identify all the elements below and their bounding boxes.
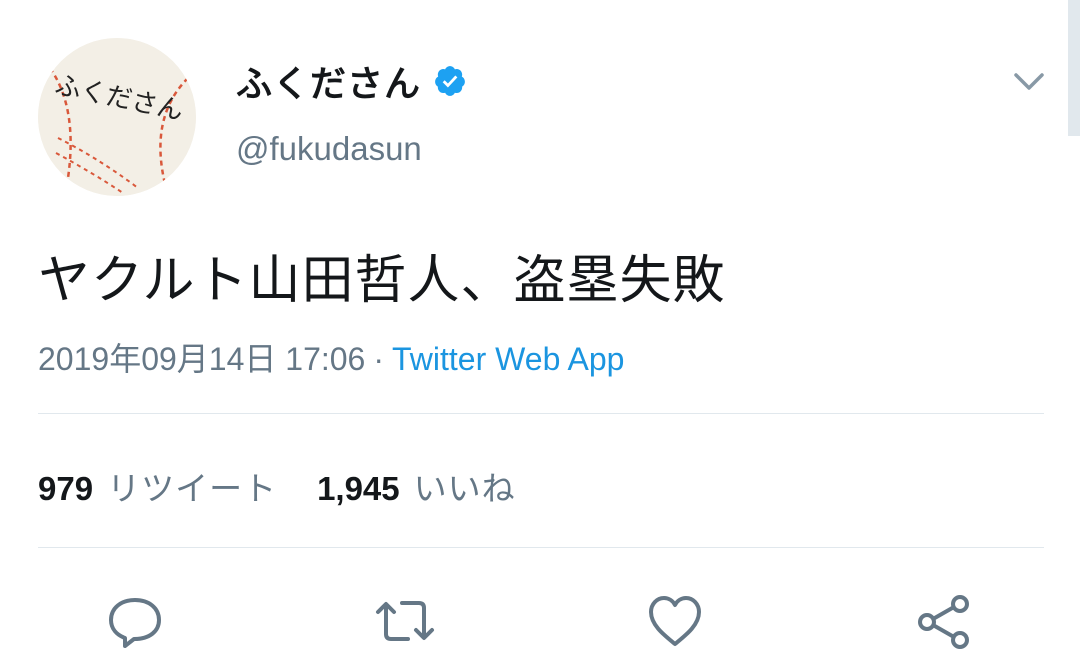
- chevron-down-icon[interactable]: [1010, 62, 1048, 100]
- display-name[interactable]: ふくださん: [236, 55, 421, 107]
- likes-count: 1,945: [317, 470, 400, 507]
- baseball-avatar-image: ふくださん: [38, 38, 196, 196]
- share-icon: [918, 595, 969, 649]
- user-handle[interactable]: @fukudasun: [236, 130, 422, 168]
- retweets-stat[interactable]: 979 リツイート: [38, 462, 277, 510]
- retweets-label: リツイート: [107, 469, 278, 508]
- reply-icon: [109, 598, 161, 648]
- display-name-row[interactable]: ふくださん: [236, 56, 467, 106]
- tweet-text: ヤクルト山田哲人、盗塁失敗: [38, 251, 726, 311]
- share-button[interactable]: [914, 592, 972, 650]
- avatar[interactable]: ふくださん: [38, 38, 196, 196]
- tweet-stats: 979 リツイート 1,945 いいね: [38, 462, 516, 510]
- tweet-source-link[interactable]: Twitter Web App: [392, 341, 624, 377]
- divider: [38, 547, 1044, 548]
- reply-button[interactable]: [106, 592, 164, 650]
- divider: [38, 413, 1044, 414]
- retweet-icon: [376, 601, 434, 641]
- verified-badge-icon: [435, 66, 465, 96]
- retweets-count: 979: [38, 470, 94, 507]
- likes-stat[interactable]: 1,945 いいね: [317, 462, 516, 510]
- retweet-button[interactable]: [374, 592, 434, 650]
- likes-label: いいね: [413, 469, 516, 508]
- tweet-meta: 2019年09月14日 17:06 · Twitter Web App: [38, 334, 624, 380]
- tweet-detail-page: ふくださん ふくださん @fukudasun ヤクルト山田哲人、盗塁失敗 201…: [0, 0, 1080, 658]
- tweet-timestamp[interactable]: 2019年09月14日 17:06: [38, 341, 365, 377]
- meta-separator: ·: [373, 341, 385, 377]
- like-button[interactable]: [646, 592, 704, 650]
- heart-icon: [649, 596, 701, 646]
- scrollbar[interactable]: [1068, 0, 1080, 136]
